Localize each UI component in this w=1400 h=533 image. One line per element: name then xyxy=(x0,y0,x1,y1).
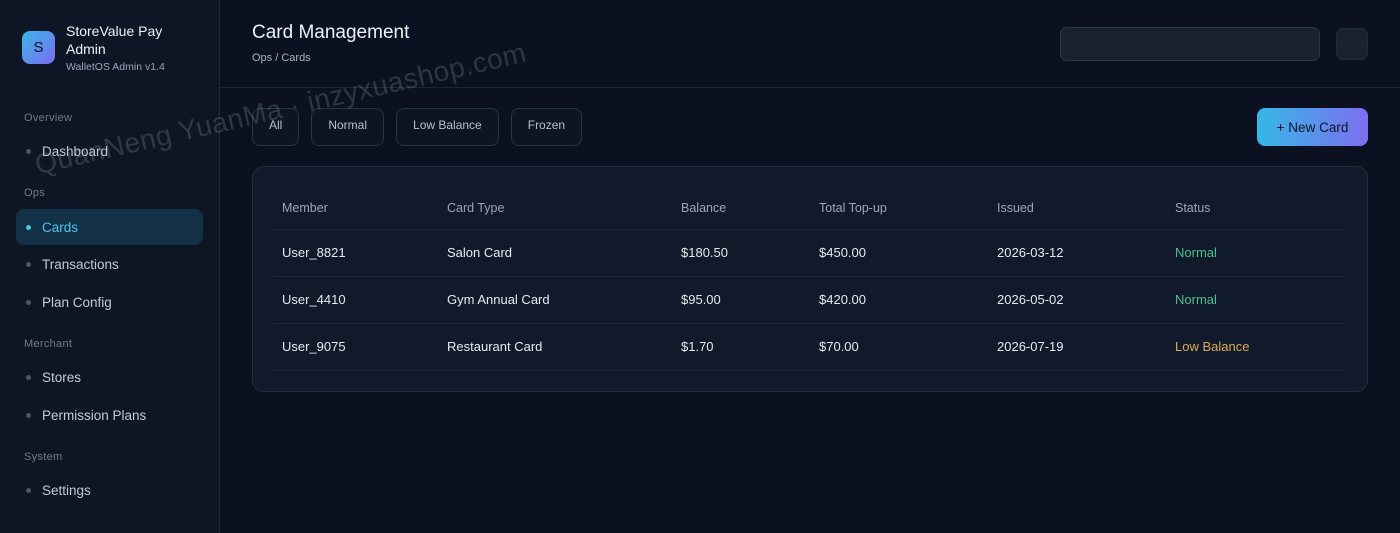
nav-section-ops: Ops xyxy=(24,187,46,199)
bullet-icon xyxy=(26,488,31,493)
sidebar-item-label: Transactions xyxy=(42,256,119,272)
sidebar-item-label: Cards xyxy=(42,219,79,235)
search-input[interactable] xyxy=(1060,27,1320,61)
cell-balance: $180.50 xyxy=(681,245,728,260)
filter-chip-frozen[interactable]: Frozen xyxy=(510,108,583,146)
sidebar-item-stores[interactable]: Stores xyxy=(16,359,203,395)
cell-total-top-up: $70.00 xyxy=(819,339,859,354)
bullet-icon xyxy=(26,413,31,418)
nav-section-overview: Overview xyxy=(24,112,73,124)
page-title: Card Management xyxy=(252,22,410,43)
cell-total-top-up: $450.00 xyxy=(819,245,866,260)
column-header-total-top-up[interactable]: Total Top-up xyxy=(819,187,887,229)
cell-card-type: Salon Card xyxy=(447,245,513,260)
sidebar-item-label: Permission Plans xyxy=(42,407,147,423)
filter-chip-low-balance[interactable]: Low Balance xyxy=(396,108,499,146)
sidebar-item-dashboard[interactable]: Dashboard xyxy=(16,133,203,169)
filter-chip-normal[interactable]: Normal xyxy=(311,108,385,146)
cell-total-top-up: $420.00 xyxy=(819,292,866,307)
bullet-icon xyxy=(26,262,31,267)
brand-subtitle: WalletOS Admin v1.4 xyxy=(66,61,165,73)
main-content: Card Management Ops / Cards All Normal L… xyxy=(220,0,1400,533)
cards-table: Member Card Type Balance Total Top-up Is… xyxy=(273,187,1347,371)
brand: S StoreValue Pay Admin WalletOS Admin v1… xyxy=(22,22,186,73)
column-header-member[interactable]: Member xyxy=(282,187,328,229)
sidebar-item-label: Plan Config xyxy=(42,294,112,310)
cell-balance: $95.00 xyxy=(681,292,721,307)
cell-issued: 2026-05-02 xyxy=(997,292,1064,307)
filter-chip-all[interactable]: All xyxy=(252,108,300,146)
bullet-icon xyxy=(26,149,31,154)
bullet-icon xyxy=(26,225,31,230)
sidebar-item-cards[interactable]: Cards xyxy=(16,209,203,245)
column-header-status[interactable]: Status xyxy=(1175,187,1210,229)
table-row[interactable]: User_9075 Restaurant Card $1.70 $70.00 2… xyxy=(273,324,1347,371)
sidebar-item-transactions[interactable]: Transactions xyxy=(16,246,203,282)
sidebar: S StoreValue Pay Admin WalletOS Admin v1… xyxy=(0,0,220,533)
sidebar-item-settings[interactable]: Settings xyxy=(16,472,203,508)
header-action-button[interactable] xyxy=(1336,28,1368,60)
cell-card-type: Gym Annual Card xyxy=(447,292,550,307)
column-header-issued[interactable]: Issued xyxy=(997,187,1034,229)
table-row[interactable]: User_4410 Gym Annual Card $95.00 $420.00… xyxy=(273,277,1347,324)
sidebar-item-label: Dashboard xyxy=(42,143,109,159)
status-badge: Normal xyxy=(1175,292,1217,307)
app-root: S StoreValue Pay Admin WalletOS Admin v1… xyxy=(0,0,1400,533)
nav-section-system: System xyxy=(24,451,63,463)
cards-table-card: Member Card Type Balance Total Top-up Is… xyxy=(252,166,1368,392)
cell-member: User_4410 xyxy=(282,292,346,307)
nav-section-merchant: Merchant xyxy=(24,338,73,350)
brand-logo: S xyxy=(22,31,55,64)
column-header-balance[interactable]: Balance xyxy=(681,187,726,229)
cell-issued: 2026-07-19 xyxy=(997,339,1064,354)
column-header-card-type[interactable]: Card Type xyxy=(447,187,504,229)
cell-card-type: Restaurant Card xyxy=(447,339,543,354)
status-badge: Normal xyxy=(1175,245,1217,260)
cell-balance: $1.70 xyxy=(681,339,714,354)
sidebar-item-label: Stores xyxy=(42,369,82,385)
breadcrumb: Ops / Cards xyxy=(252,52,311,64)
table-row[interactable]: User_8821 Salon Card $180.50 $450.00 202… xyxy=(273,230,1347,277)
sidebar-item-plan-config[interactable]: Plan Config xyxy=(16,284,203,320)
bullet-icon xyxy=(26,375,31,380)
new-card-button[interactable]: + New Card xyxy=(1257,108,1368,146)
bullet-icon xyxy=(26,300,31,305)
sidebar-item-label: Settings xyxy=(42,482,91,498)
status-filter-group: All Normal Low Balance Frozen xyxy=(252,108,583,146)
status-badge: Low Balance xyxy=(1175,339,1250,354)
table-header-row: Member Card Type Balance Total Top-up Is… xyxy=(273,187,1347,230)
cell-member: User_9075 xyxy=(282,339,346,354)
brand-name: StoreValue Pay Admin xyxy=(66,23,163,57)
cell-issued: 2026-03-12 xyxy=(997,245,1064,260)
sidebar-item-permission-plans[interactable]: Permission Plans xyxy=(16,397,203,433)
page-header: Card Management Ops / Cards xyxy=(220,0,1400,88)
cell-member: User_8821 xyxy=(282,245,346,260)
